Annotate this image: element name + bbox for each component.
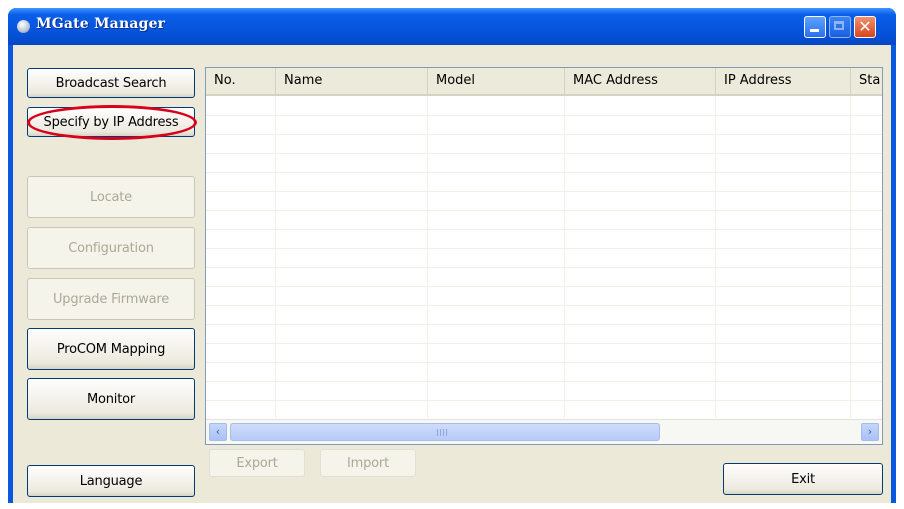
monitor-button[interactable]: Monitor <box>27 378 195 420</box>
table-row-line <box>206 172 882 173</box>
column-header-no[interactable]: No. <box>206 68 276 94</box>
grid-line <box>427 96 428 418</box>
close-icon: ✕ <box>858 17 872 36</box>
chevron-left-icon: ‹ <box>215 425 221 438</box>
scroll-right-button[interactable]: › <box>861 423 879 441</box>
table-row-line <box>206 362 882 363</box>
table-body[interactable] <box>206 96 882 418</box>
column-header-model[interactable]: Model <box>428 68 565 94</box>
horizontal-scrollbar[interactable]: ‹ › <box>206 419 882 444</box>
table-row-line <box>206 305 882 306</box>
table-row-line <box>206 229 882 230</box>
grid-line <box>715 96 716 418</box>
table-row-line <box>206 286 882 287</box>
app-icon <box>17 20 30 33</box>
table-row-line <box>206 115 882 116</box>
table-row-line <box>206 153 882 154</box>
broadcast-search-button[interactable]: Broadcast Search <box>27 68 195 98</box>
close-button[interactable]: ✕ <box>854 16 876 38</box>
column-header-status[interactable]: Sta <box>851 68 882 94</box>
import-button[interactable]: Import <box>320 449 416 477</box>
language-button[interactable]: Language <box>27 465 195 497</box>
column-header-name[interactable]: Name <box>276 68 428 94</box>
minimize-icon <box>810 29 819 32</box>
export-button[interactable]: Export <box>209 449 305 477</box>
mgate-manager-window: MGate Manager ✕ Broadcast Search Specify… <box>8 8 896 503</box>
maximize-button[interactable] <box>829 16 851 38</box>
minimize-button[interactable] <box>804 16 826 38</box>
table-row-line <box>206 400 882 401</box>
exit-button[interactable]: Exit <box>723 463 883 495</box>
grip-icon <box>437 429 449 436</box>
chevron-right-icon: › <box>867 425 873 438</box>
upgrade-firmware-button[interactable]: Upgrade Firmware <box>27 278 195 320</box>
scroll-thumb[interactable] <box>230 423 660 441</box>
table-row-line <box>206 343 882 344</box>
table-row-line <box>206 210 882 211</box>
table-row-line <box>206 267 882 268</box>
title-bar[interactable]: MGate Manager ✕ <box>8 8 896 45</box>
scroll-left-button[interactable]: ‹ <box>209 423 227 441</box>
table-row-line <box>206 324 882 325</box>
specify-by-ip-button[interactable]: Specify by IP Address <box>27 107 195 137</box>
column-header-mac-address[interactable]: MAC Address <box>565 68 716 94</box>
grid-line <box>564 96 565 418</box>
maximize-icon <box>834 21 844 30</box>
grid-line <box>275 96 276 418</box>
configuration-button[interactable]: Configuration <box>27 227 195 269</box>
table-row-line <box>206 248 882 249</box>
grid-line <box>850 96 851 418</box>
device-list-table[interactable]: No. Name Model MAC Address IP Address St… <box>205 67 883 445</box>
column-header-ip-address[interactable]: IP Address <box>716 68 851 94</box>
locate-button[interactable]: Locate <box>27 176 195 218</box>
table-header: No. Name Model MAC Address IP Address St… <box>206 68 882 96</box>
table-row-line <box>206 191 882 192</box>
table-row-line <box>206 134 882 135</box>
window-title: MGate Manager <box>36 16 166 32</box>
procom-mapping-button[interactable]: ProCOM Mapping <box>27 328 195 370</box>
table-row-line <box>206 381 882 382</box>
client-area: Broadcast Search Specify by IP Address L… <box>13 45 891 503</box>
